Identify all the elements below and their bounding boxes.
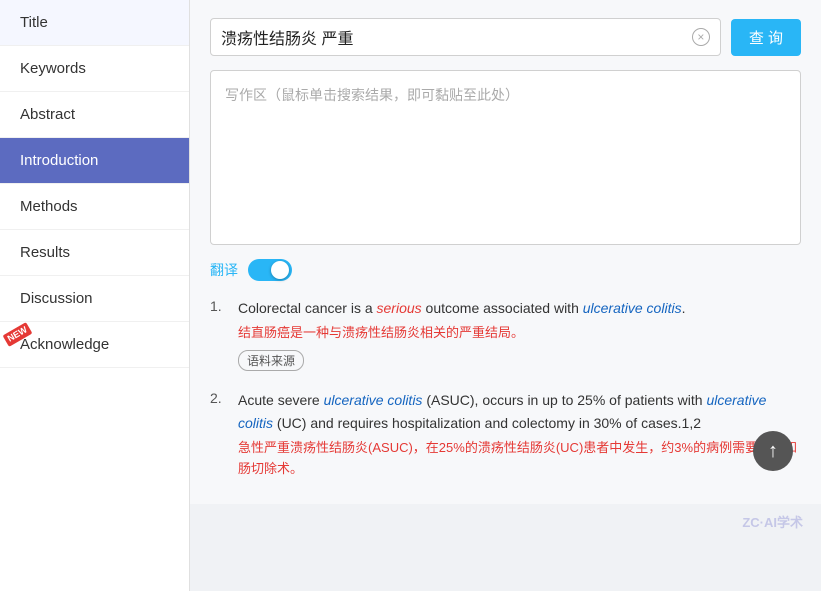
writing-area[interactable]: 写作区（鼠标单击搜索结果，即可黏贴至此处） [210, 70, 801, 245]
sidebar-item-label: Discussion [20, 290, 93, 307]
result-content: Acute severe ulcerative colitis (ASUC), … [238, 389, 801, 485]
translation-label: 翻译 [210, 260, 238, 280]
search-input-wrap[interactable]: 溃疡性结肠炎 严重 × [210, 18, 721, 56]
clear-button[interactable]: × [692, 28, 710, 46]
sidebar-item-label: Results [20, 244, 70, 261]
sidebar-item-discussion[interactable]: Discussion [0, 276, 189, 322]
sidebar-item-title[interactable]: Title [0, 0, 189, 46]
sidebar-item-label: Title [20, 14, 48, 31]
sidebar-item-acknowledge[interactable]: NEWAcknowledge [0, 322, 189, 368]
sidebar-item-methods[interactable]: Methods [0, 184, 189, 230]
result-number: 2. [210, 389, 228, 406]
toggle-knob [271, 261, 289, 279]
result-item-2[interactable]: 2. Acute severe ulcerative colitis (ASUC)… [210, 389, 801, 485]
result-en-text: Acute severe ulcerative colitis (ASUC), … [238, 389, 801, 434]
sidebar-item-label: Abstract [20, 106, 75, 123]
scroll-top-button[interactable]: ↑ [753, 431, 793, 471]
sidebar-item-label: Keywords [20, 60, 86, 77]
result-item-1[interactable]: 1. Colorectal cancer is a serious outcome… [210, 297, 801, 371]
sidebar-item-abstract[interactable]: Abstract [0, 92, 189, 138]
result-cn-text: 结直肠癌是一种与溃疡性结肠炎相关的严重结局。 [238, 323, 801, 344]
translation-row: 翻译 [210, 259, 801, 281]
results-list: 1. Colorectal cancer is a serious outcome… [210, 297, 801, 486]
main-content: 溃疡性结肠炎 严重 × 查 询 写作区（鼠标单击搜索结果，即可黏贴至此处） 翻译… [190, 0, 821, 504]
search-query-text: 溃疡性结肠炎 严重 [221, 25, 686, 49]
writing-area-placeholder: 写作区（鼠标单击搜索结果，即可黏贴至此处） [225, 87, 519, 103]
translation-toggle[interactable] [248, 259, 292, 281]
sidebar-item-label: Acknowledge [20, 336, 109, 353]
sidebar-item-introduction[interactable]: Introduction [0, 138, 189, 184]
main-wrapper: 溃疡性结肠炎 严重 × 查 询 写作区（鼠标单击搜索结果，即可黏贴至此处） 翻译… [190, 0, 821, 591]
result-number: 1. [210, 297, 228, 314]
sidebar-item-label: Methods [20, 198, 78, 215]
source-tag[interactable]: 语料来源 [238, 350, 304, 371]
sidebar-item-keywords[interactable]: Keywords [0, 46, 189, 92]
result-content: Colorectal cancer is a serious outcome a… [238, 297, 801, 371]
result-cn-text: 急性严重溃疡性结肠炎(ASUC)，在25%的溃疡性结肠炎(UC)患者中发生，约3… [238, 438, 801, 480]
sidebar: Title Keywords Abstract Introduction Methods… [0, 0, 190, 591]
search-bar: 溃疡性结肠炎 严重 × 查 询 [210, 18, 801, 56]
watermark: ZC·AI学术 [742, 512, 803, 531]
sidebar-item-label: Introduction [20, 152, 98, 169]
sidebar-item-results[interactable]: Results [0, 230, 189, 276]
result-en-text: Colorectal cancer is a serious outcome a… [238, 297, 801, 319]
search-button[interactable]: 查 询 [731, 19, 801, 56]
